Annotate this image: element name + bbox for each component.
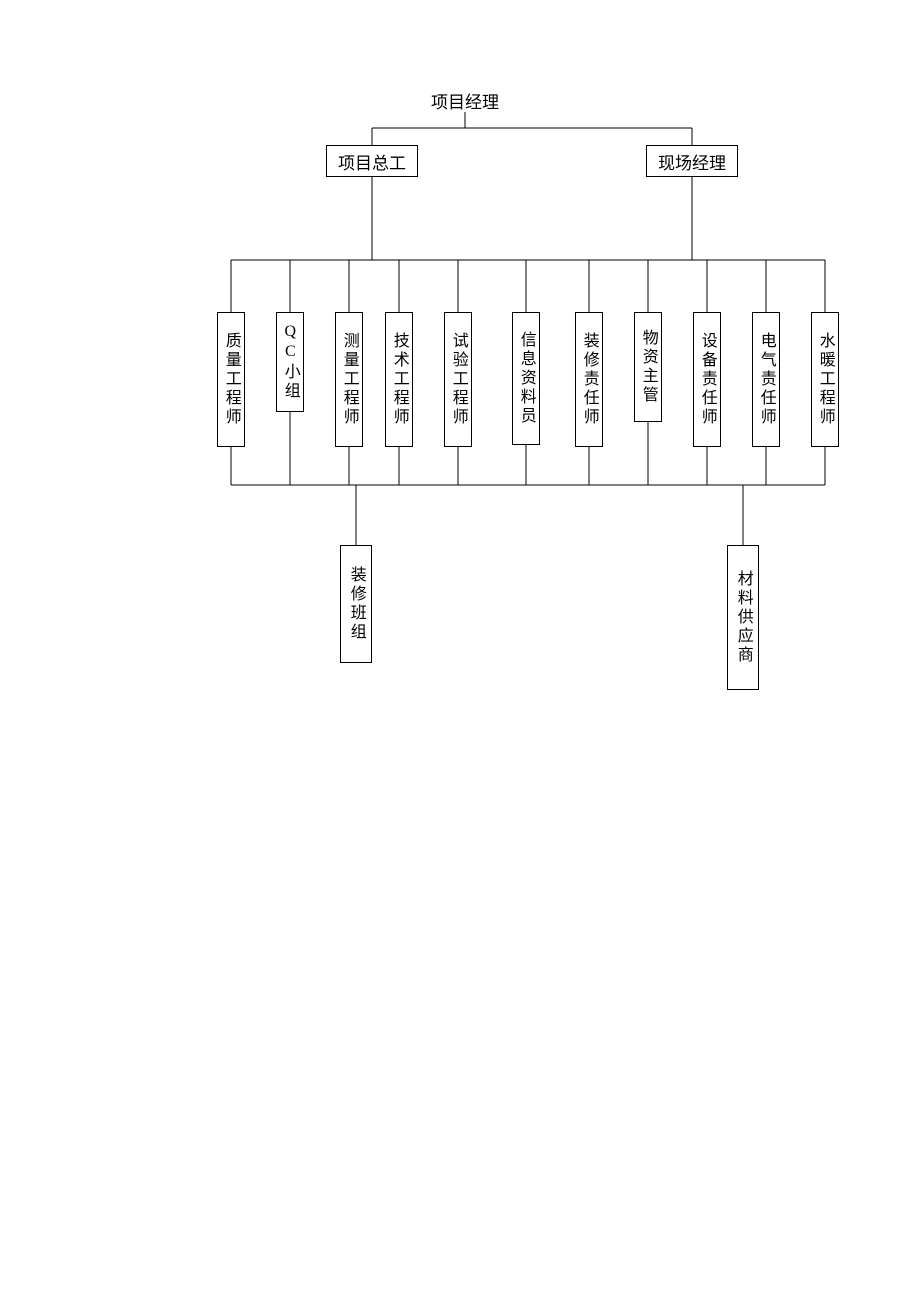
role-label-8: 设备责任师: [698, 332, 716, 427]
mid-left-box: 项目总工: [326, 145, 418, 177]
mid-right-label: 现场经理: [658, 149, 726, 174]
role-box-1: QC小组: [276, 312, 304, 412]
role-box-10: 水暖工程师: [811, 312, 839, 447]
role-label-4: 试验工程师: [449, 332, 467, 427]
role-box-8: 设备责任师: [693, 312, 721, 447]
role-box-2: 测量工程师: [335, 312, 363, 447]
role-label-3: 技术工程师: [390, 332, 408, 427]
bottom-left-box: 装修班组: [340, 545, 372, 663]
mid-left-label: 项目总工: [338, 149, 406, 174]
role-box-6: 装修责任师: [575, 312, 603, 447]
mid-right-box: 现场经理: [646, 145, 738, 177]
role-label-0: 质量工程师: [222, 332, 240, 427]
role-label-2: 测量工程师: [340, 332, 358, 427]
top-node: 项目经理: [420, 88, 510, 112]
role-box-5: 信息资料员: [512, 312, 540, 445]
connectors: [0, 0, 920, 1301]
role-label-7: 物资主管: [639, 329, 657, 405]
role-box-9: 电气责任师: [752, 312, 780, 447]
role-box-4: 试验工程师: [444, 312, 472, 447]
bottom-left-label: 装修班组: [347, 566, 365, 642]
role-label-5: 信息资料员: [517, 331, 535, 426]
bottom-right-box: 材料供应商: [727, 545, 759, 690]
role-box-3: 技术工程师: [385, 312, 413, 447]
bottom-right-label: 材料供应商: [734, 570, 752, 665]
role-label-6: 装修责任师: [580, 332, 598, 427]
role-box-7: 物资主管: [634, 312, 662, 422]
role-box-0: 质量工程师: [217, 312, 245, 447]
top-label: 项目经理: [431, 88, 499, 113]
role-label-10: 水暖工程师: [816, 332, 834, 427]
role-label-1: QC小组: [281, 323, 299, 401]
role-label-9: 电气责任师: [757, 332, 775, 427]
